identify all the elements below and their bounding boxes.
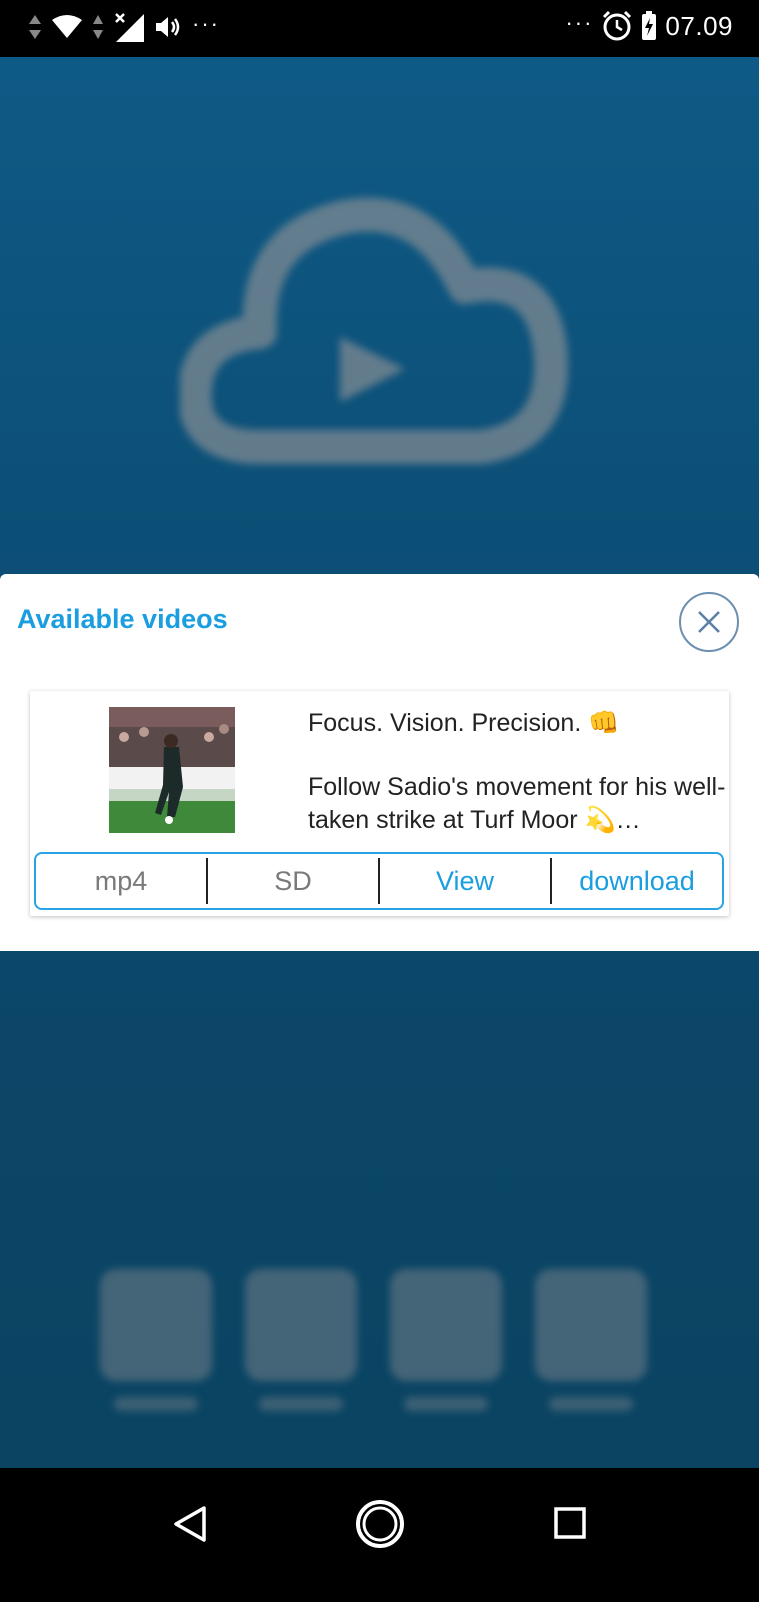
image-tool-icon bbox=[535, 1269, 647, 1411]
more-dots-icon: ··· bbox=[565, 10, 594, 35]
video-caption: Focus. Vision. Precision. 👊 Follow Sadio… bbox=[308, 707, 726, 837]
record-tool-icon bbox=[245, 1269, 357, 1411]
data-arrows-icon bbox=[29, 15, 41, 39]
cloud-play-logo-icon bbox=[177, 177, 580, 477]
bottom-toolbar-blurred bbox=[100, 1269, 647, 1411]
available-videos-dialog: Available videos Focus. Vision. Precisio… bbox=[0, 574, 759, 951]
recents-square-icon bbox=[554, 1507, 586, 1539]
back-button[interactable] bbox=[172, 1504, 208, 1549]
video-thumbnail[interactable] bbox=[109, 707, 235, 833]
back-triangle-icon bbox=[174, 1506, 206, 1542]
format-label: mp4 bbox=[36, 858, 208, 904]
quality-label: SD bbox=[208, 858, 380, 904]
share-tool-icon bbox=[390, 1269, 502, 1411]
alarm-icon bbox=[603, 10, 632, 41]
recents-button[interactable] bbox=[553, 1506, 587, 1545]
caption-line-1: Focus. Vision. Precision. 👊 bbox=[308, 709, 620, 737]
status-bar: ··· ··· 07.09 bbox=[0, 0, 759, 57]
navigation-bar bbox=[0, 1468, 759, 1602]
home-circle-icon bbox=[356, 1500, 404, 1548]
wifi-icon bbox=[52, 15, 82, 38]
volume-icon bbox=[156, 17, 180, 37]
more-dots-icon: ··· bbox=[192, 11, 220, 36]
close-button[interactable] bbox=[679, 592, 739, 652]
status-right-icons: ··· 07.09 bbox=[565, 10, 733, 42]
video-actions-row: mp4 SD View download bbox=[34, 852, 724, 910]
dialog-title: Available videos bbox=[17, 604, 228, 634]
home-button[interactable] bbox=[354, 1498, 406, 1555]
battery-charging-icon bbox=[642, 11, 657, 40]
close-icon bbox=[698, 611, 720, 633]
data-arrows-icon bbox=[93, 15, 103, 39]
caption-line-2: Follow Sadio's movement for his well-tak… bbox=[308, 773, 726, 834]
play-tool-icon bbox=[100, 1269, 212, 1411]
status-time: 07.09 bbox=[665, 10, 733, 41]
video-card: Focus. Vision. Precision. 👊 Follow Sadio… bbox=[30, 691, 729, 916]
status-left-icons: ··· bbox=[28, 11, 220, 42]
signal-off-icon bbox=[115, 13, 144, 42]
download-button[interactable]: download bbox=[552, 858, 722, 904]
view-button[interactable]: View bbox=[380, 858, 552, 904]
